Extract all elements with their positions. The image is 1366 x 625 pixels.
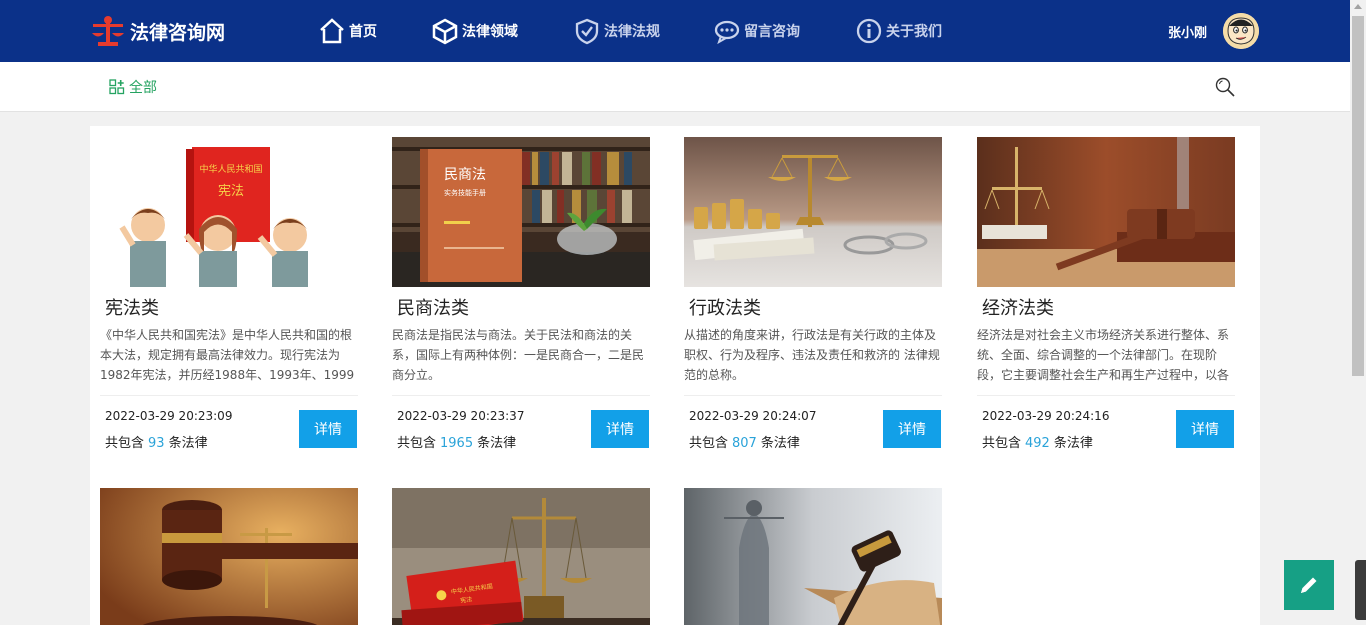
card-date: 2022-03-29 20:24:16 (982, 409, 1110, 423)
count-suffix: 条法律 (760, 436, 800, 451)
card-image[interactable]: 民商法 实务技能手册 (392, 137, 650, 287)
book-subtitle: 宪法 (460, 595, 473, 605)
card-description: 从描述的角度来讲，行政法是有关行政的主体及职权、行为及程序、违法及责任和救济的 … (684, 328, 940, 382)
card-date: 2022-03-29 20:23:37 (397, 409, 525, 423)
card-date: 2022-03-29 20:23:09 (105, 409, 233, 423)
law-card: 中华人民共和国 宪法 (392, 488, 650, 625)
card-title[interactable]: 行政法类 (684, 296, 942, 321)
home-icon (320, 18, 344, 44)
cube-icon (432, 18, 458, 45)
detail-button[interactable]: 详情 (883, 410, 941, 448)
nav-home-label: 首页 (349, 24, 377, 40)
card-description: 《中华人民共和国宪法》是中华人民共和国的根本大法，规定拥有最高法律效力。现行宪法… (100, 328, 355, 382)
count-value: 93 (148, 436, 165, 451)
count-prefix: 共包含 (397, 436, 437, 451)
law-card: 行政法类 从描述的角度来讲，行政法是有关行政的主体及职权、行为及程序、违法及责任… (684, 137, 942, 451)
search-icon[interactable] (1214, 76, 1236, 98)
card-law-count: 共包含 492 条法律 (982, 432, 1093, 451)
detail-button[interactable]: 详情 (591, 410, 649, 448)
site-logo[interactable]: 法律咨询网 (90, 14, 225, 48)
category-all-label: 全部 (129, 80, 157, 96)
card-title[interactable]: 宪法类 (100, 296, 358, 321)
count-suffix: 条法律 (168, 436, 208, 451)
card-divider (684, 395, 942, 396)
nav-home[interactable]: 首页 (318, 16, 377, 46)
filter-bar: 全部 (0, 62, 1350, 112)
count-suffix: 条法律 (1053, 436, 1093, 451)
grid-apps-icon (109, 79, 125, 95)
law-card: 民商法 实务技能手册 民商法类 民商法是指民法与商法。关于民法和商法的关系，国际… (392, 137, 650, 451)
count-value: 807 (732, 436, 757, 451)
red-book-scale-image: 中华人民共和国 宪法 (392, 488, 650, 625)
count-value: 492 (1025, 436, 1050, 451)
nav-legal-fields-label: 法律领域 (462, 24, 518, 40)
card-date: 2022-03-29 20:24:07 (689, 409, 817, 423)
card-image[interactable]: 中华人民共和国 宪法 (100, 137, 358, 287)
card-description: 民商法是指民法与商法。关于民法和商法的关系，国际上有两种体例：一是民商合一，二是… (392, 328, 645, 382)
card-image[interactable] (684, 137, 942, 287)
nav-laws[interactable]: 法律法规 (573, 16, 660, 46)
scale-coins-image (684, 137, 942, 287)
user-name: 张小刚 (1168, 25, 1208, 41)
detail-button[interactable]: 详情 (1176, 410, 1234, 448)
scale-logo-icon (92, 16, 124, 46)
gavel-scale-image (977, 137, 1235, 287)
site-name: 法律咨询网 (130, 21, 226, 44)
card-image[interactable] (977, 137, 1235, 287)
card-divider (977, 395, 1235, 396)
card-image[interactable] (100, 488, 358, 625)
card-title[interactable]: 经济法类 (977, 296, 1235, 321)
chat-bubble-icon (714, 20, 740, 45)
civil-law-book-image: 民商法 实务技能手册 (392, 137, 650, 287)
card-description: 经济法是对社会主义市场经济关系进行整体、系统、全面、综合调整的一个法律部门。在现… (977, 328, 1230, 382)
count-prefix: 共包含 (982, 436, 1022, 451)
nav-about-label: 关于我们 (886, 24, 942, 40)
book-subtitle: 实务技能手册 (444, 188, 486, 197)
scroll-up-arrow-icon[interactable] (1354, 4, 1362, 9)
top-navbar: 法律咨询网 首页 法律领域 法律法规 留言咨询 关于我们 张小刚 (0, 0, 1350, 62)
book-title-line1: 中华人民共和国 (199, 163, 262, 175)
law-card (100, 488, 358, 625)
nav-consult[interactable]: 留言咨询 (713, 16, 800, 46)
user-menu[interactable]: 张小刚 (1168, 13, 1260, 49)
pencil-icon (1301, 577, 1317, 593)
gavel-closeup-image (100, 488, 358, 625)
count-suffix: 条法律 (477, 436, 517, 451)
cartoon-avatar-icon (1223, 13, 1260, 49)
card-law-count: 共包含 1965 条法律 (397, 432, 516, 451)
law-category-grid: 中华人民共和国 宪法 宪法类 《中华人民共和国宪法》是中华人民共和国的根本大法，… (90, 126, 1260, 625)
category-all-button[interactable]: 全部 (109, 77, 157, 97)
justice-statue-image (684, 488, 942, 625)
card-divider (100, 395, 358, 396)
edit-fab-button[interactable] (1284, 560, 1334, 610)
info-icon (856, 18, 882, 44)
law-card: 中华人民共和国 宪法 宪法类 《中华人民共和国宪法》是中华人民共和国的根本大法，… (100, 137, 358, 451)
count-prefix: 共包含 (105, 436, 145, 451)
nav-laws-label: 法律法规 (604, 24, 660, 40)
card-law-count: 共包含 93 条法律 (105, 432, 208, 451)
shield-check-icon (575, 18, 599, 45)
law-card: 经济法类 经济法是对社会主义市场经济关系进行整体、系统、全面、综合调整的一个法律… (977, 137, 1235, 451)
constitution-cartoon-image: 中华人民共和国 宪法 (119, 147, 308, 287)
law-card (684, 488, 942, 625)
count-prefix: 共包含 (689, 436, 729, 451)
detail-button[interactable]: 详情 (299, 410, 357, 448)
card-law-count: 共包含 807 条法律 (689, 432, 800, 451)
avatar[interactable] (1223, 13, 1260, 49)
count-value: 1965 (440, 436, 474, 451)
card-image[interactable]: 中华人民共和国 宪法 (392, 488, 650, 625)
side-widget-handle[interactable] (1355, 560, 1366, 620)
scrollbar-thumb[interactable] (1352, 16, 1364, 376)
book-title-line2: 宪法 (218, 183, 244, 199)
card-title[interactable]: 民商法类 (392, 296, 650, 321)
nav-about[interactable]: 关于我们 (855, 16, 942, 46)
card-divider (392, 395, 650, 396)
nav-legal-fields[interactable]: 法律领域 (431, 16, 518, 46)
nav-consult-label: 留言咨询 (744, 24, 800, 40)
page-scrollbar[interactable] (1350, 0, 1366, 625)
card-image[interactable] (684, 488, 942, 625)
book-title: 民商法 (444, 167, 486, 183)
